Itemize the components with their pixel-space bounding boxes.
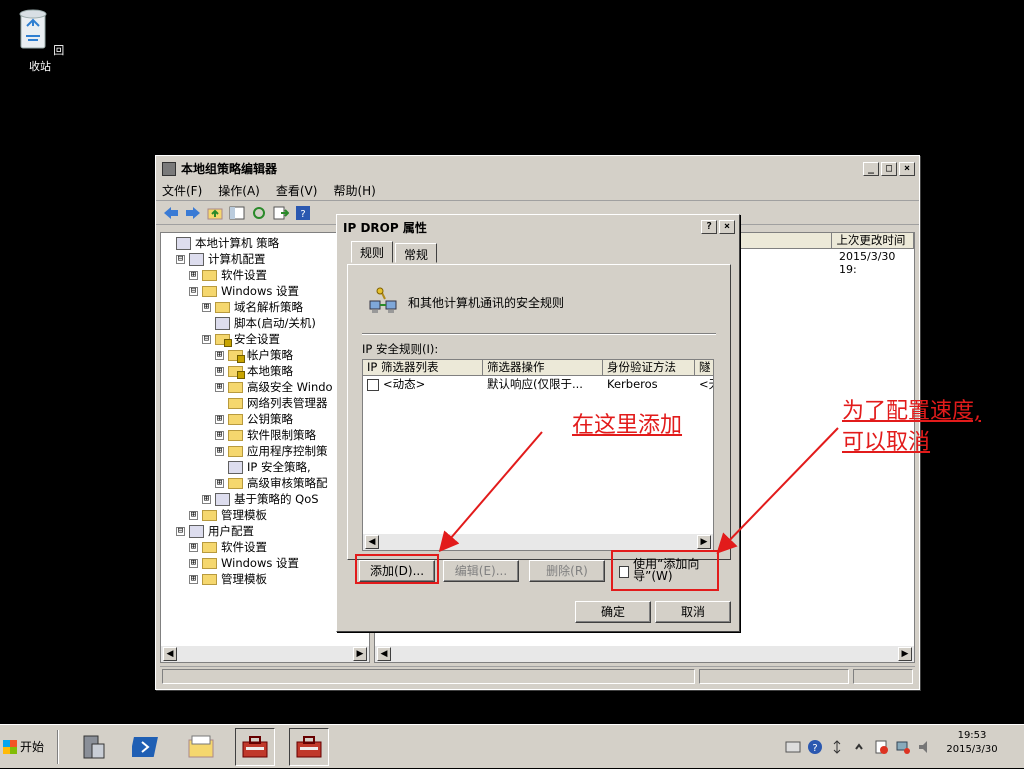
volume-icon[interactable] <box>916 738 934 756</box>
taskbar: 开始 ? 19:53 2015/3/30 <box>0 724 1024 768</box>
server-manager-icon[interactable] <box>73 728 113 766</box>
network-icon[interactable] <box>894 738 912 756</box>
svg-text:?: ? <box>812 743 817 754</box>
help-tray-icon[interactable]: ? <box>806 738 824 756</box>
clock-time: 19:53 <box>957 730 987 741</box>
clock-date: 2015/3/30 <box>946 744 998 755</box>
mmc-task-icon-1[interactable] <box>235 727 275 766</box>
tab-rules[interactable]: 规则 <box>351 241 394 263</box>
windows-logo-icon <box>3 739 17 754</box>
flag-icon[interactable] <box>872 738 890 756</box>
language-icon[interactable] <box>828 738 846 756</box>
start-label: 开始 <box>20 740 45 754</box>
arrow-to-add-button <box>438 431 543 553</box>
powershell-icon[interactable] <box>127 728 167 766</box>
clock[interactable]: 19:53 2015/3/30 <box>942 729 1002 757</box>
explorer-icon[interactable] <box>181 728 221 766</box>
arrow-to-wizard-checkbox <box>716 427 839 554</box>
keyboard-icon[interactable] <box>784 738 802 756</box>
start-button[interactable]: 开始 <box>3 730 51 764</box>
show-hidden-icons[interactable] <box>850 738 868 756</box>
taskbar-divider <box>57 729 59 764</box>
mmc-task-icon-2[interactable] <box>289 727 329 766</box>
annotation-arrows <box>438 427 839 554</box>
